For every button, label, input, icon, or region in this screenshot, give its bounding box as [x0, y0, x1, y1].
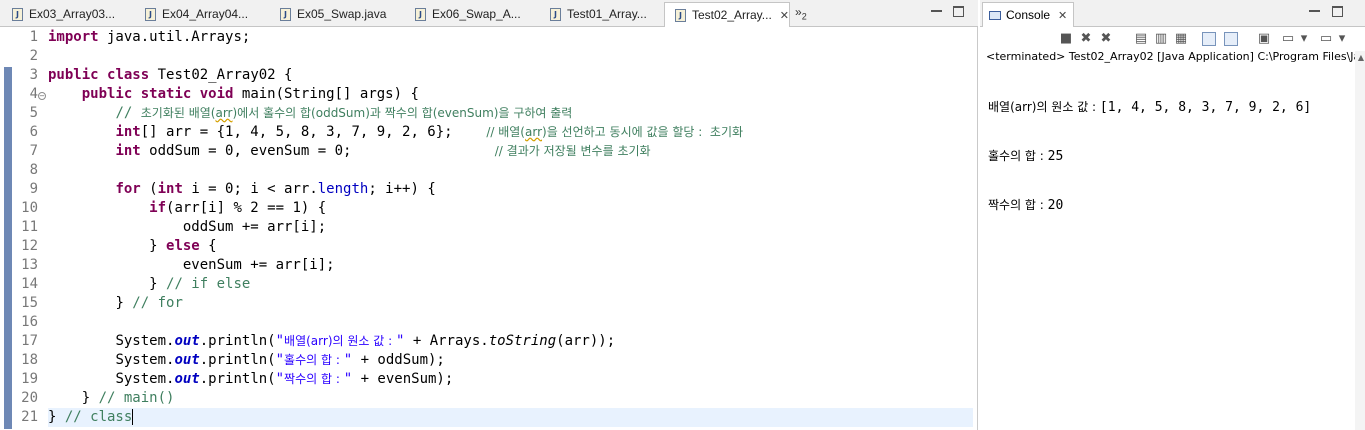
code-line-20: } // main()	[81, 390, 175, 406]
minimize-icon[interactable]	[931, 6, 942, 12]
fold-collapse-icon[interactable]: −	[38, 92, 46, 100]
code-line-13: evenSum += arr[i];	[182, 257, 335, 273]
tab-ex06-swap-a[interactable]: J Ex06_Swap_A...	[405, 2, 537, 26]
tab-console[interactable]: Console ✕	[982, 2, 1075, 27]
code-line-15: } // for	[115, 295, 183, 311]
remove-launch-icon[interactable]: ✖	[1078, 31, 1094, 47]
code-line-4: public static void main(String[] args) {	[81, 86, 419, 102]
tab-label: Test01_Array...	[567, 7, 647, 21]
scroll-up-icon[interactable]: ▲	[1358, 53, 1364, 62]
code-line-1: import java.util.Arrays;	[48, 29, 251, 45]
line-number: 8	[29, 162, 38, 178]
code-line-19: System.out.println("짝수의 합 : " + evenSum)…	[115, 371, 454, 387]
java-file-icon: J	[280, 7, 291, 21]
tab-test01-array[interactable]: J Test01_Array...	[540, 2, 662, 26]
line-number: 1	[29, 29, 38, 45]
remove-all-launches-icon[interactable]: ✖	[1098, 31, 1114, 47]
console-tab-label: Console	[1006, 8, 1051, 22]
minimize-icon[interactable]	[1309, 6, 1320, 12]
tab-test02-array[interactable]: J Test02_Array... ✕	[664, 2, 790, 27]
java-file-icon: J	[415, 7, 426, 21]
line-number: 5	[29, 105, 38, 121]
code-text-area[interactable]: import java.util.Arrays; public class Te…	[48, 27, 973, 430]
line-number: 7	[29, 143, 38, 159]
code-line-9: for (int i = 0; i < arr.length; i++) {	[115, 181, 436, 197]
code-line-17: System.out.println("배열(arr)의 원소 값 : " + …	[115, 333, 616, 349]
line-number: 13	[21, 257, 38, 273]
word-wrap-icon[interactable]: ▦	[1173, 31, 1189, 47]
tab-ex03-array03[interactable]: J Ex03_Array03...	[2, 2, 132, 26]
line-number: 4	[29, 86, 38, 102]
line-number: 3	[29, 67, 38, 83]
editor-tab-bar: J Ex03_Array03... J Ex04_Array04... J Ex05_…	[0, 0, 978, 27]
tab-label: Ex06_Swap_A...	[432, 7, 521, 21]
output-line: 홀수의 합 : 25	[988, 149, 1064, 164]
code-line-18: System.out.println("홀수의 합 : " + oddSum);	[115, 352, 445, 368]
java-file-icon: J	[145, 7, 156, 21]
code-line-3: public class Test02_Array02 {	[48, 67, 293, 83]
line-number: 18	[21, 352, 38, 368]
tab-label: Ex03_Array03...	[29, 7, 116, 21]
display-console-icon[interactable]: ▭	[1280, 31, 1296, 47]
line-number: 16	[21, 314, 38, 330]
output-line: 배열(arr)의 원소 값 : [1, 4, 5, 8, 3, 7, 9, 2,…	[988, 100, 1312, 115]
open-console-icon[interactable]: ▭	[1318, 31, 1334, 47]
line-number: 19	[21, 371, 38, 387]
code-line-14: } // if else	[149, 276, 251, 292]
code-line-21: } // class	[48, 408, 973, 427]
line-number: 2	[29, 48, 38, 64]
clear-console-icon[interactable]: ▤	[1133, 31, 1149, 47]
console-output[interactable]: 배열(arr)의 원소 값 : [1, 4, 5, 8, 3, 7, 9, 2,…	[988, 68, 1311, 245]
close-icon[interactable]: ✕	[1058, 9, 1067, 22]
tab-overflow-button[interactable]: »2	[795, 5, 807, 21]
tab-label: Test02_Array...	[691, 8, 772, 22]
line-number: 17	[21, 333, 38, 349]
maximize-icon[interactable]	[953, 6, 964, 17]
line-number: 21	[21, 409, 38, 425]
code-line-10: if(arr[i] % 2 == 1) {	[149, 200, 327, 216]
line-number: 12	[21, 238, 38, 254]
pin-console-icon[interactable]: ▣	[1256, 31, 1272, 47]
code-line-12: } else {	[149, 238, 217, 254]
chevron-down-icon[interactable]: ▾	[1296, 31, 1312, 47]
console-tab-bar: Console ✕	[980, 0, 1365, 27]
line-number: 10	[21, 200, 38, 216]
line-number: 20	[21, 390, 38, 406]
tab-ex04-array04[interactable]: J Ex04_Array04...	[135, 2, 267, 26]
console-icon	[989, 10, 1001, 20]
close-icon[interactable]: ✕	[780, 9, 789, 22]
java-file-icon: J	[12, 7, 23, 21]
text-caret	[132, 409, 134, 425]
show-on-stdout-icon[interactable]	[1202, 32, 1216, 46]
vertical-scrollbar[interactable]	[1355, 51, 1365, 430]
chevron-down-icon[interactable]: ▾	[1334, 31, 1350, 47]
code-line-5: // 초기화된 배열(arr)에서 홀수의 합(oddSum)과 짝수의 합(e…	[115, 105, 573, 121]
line-number: 11	[21, 219, 38, 235]
output-line: 짝수의 합 : 20	[988, 198, 1064, 213]
tab-ex05-swap[interactable]: J Ex05_Swap.java	[270, 2, 402, 26]
code-line-7: int oddSum = 0, evenSum = 0; // 결과가 저장될 …	[115, 143, 651, 159]
chevron-double-right-icon: »	[795, 5, 802, 19]
show-on-stderr-icon[interactable]	[1224, 32, 1238, 46]
java-file-icon: J	[675, 8, 686, 22]
line-number: 15	[21, 295, 38, 311]
overflow-count: 2	[801, 11, 807, 22]
line-number: 6	[29, 124, 38, 140]
tab-label: Ex04_Array04...	[162, 7, 249, 21]
code-line-11: oddSum += arr[i];	[182, 219, 327, 235]
line-number-gutter: 1 2 3 4 5 6 7 8 9 10 11 12 13 14 15 16 1…	[18, 27, 42, 430]
change-marker	[4, 67, 12, 429]
line-number: 9	[29, 181, 38, 197]
tab-label: Ex05_Swap.java	[297, 7, 387, 21]
maximize-icon[interactable]	[1332, 6, 1343, 17]
console-view: Console ✕ ■ ✖ ✖ ▤ ▥ ▦ ▣ ▭ ▾ ▭ ▾ <termina…	[980, 0, 1365, 430]
console-status-line: <terminated> Test02_Array02 [Java Applic…	[986, 50, 1365, 63]
line-number: 14	[21, 276, 38, 292]
terminate-icon[interactable]: ■	[1058, 31, 1074, 47]
java-file-icon: J	[550, 7, 561, 21]
code-editor[interactable]: J Ex03_Array03... J Ex04_Array04... J Ex05_…	[0, 0, 978, 430]
scroll-lock-icon[interactable]: ▥	[1153, 31, 1169, 47]
code-line-6: int[] arr = {1, 4, 5, 8, 3, 7, 9, 2, 6};…	[115, 124, 744, 140]
